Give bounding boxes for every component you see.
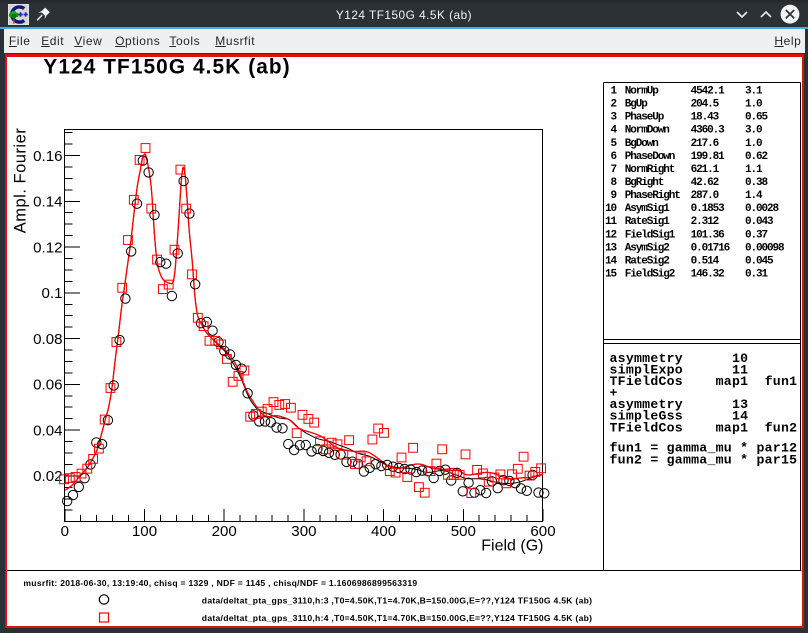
svg-text:Field (G): Field (G) — [481, 538, 543, 555]
svg-text:Y124 TF150G 4.5K (ab): Y124 TF150G 4.5K (ab) — [43, 55, 290, 78]
svg-text:4542.1: 4542.1 — [691, 86, 726, 98]
svg-text:18.43: 18.43 — [691, 112, 720, 124]
svg-text:fun2 = gamma_mu * par15: fun2 = gamma_mu * par15 — [610, 453, 798, 468]
svg-text:9: 9 — [610, 190, 616, 202]
svg-text:1.0: 1.0 — [745, 138, 762, 150]
svg-text:0.02: 0.02 — [33, 468, 62, 485]
svg-text:RateSig2: RateSig2 — [625, 255, 670, 267]
svg-text:TFieldCos map1 fun1: TFieldCos map1 fun1 — [610, 374, 798, 389]
svg-text:FieldSig1: FieldSig1 — [625, 229, 676, 241]
svg-text:0.14: 0.14 — [33, 194, 62, 211]
svg-text:data/deltat_pta_gps_3110,h:4 ,: data/deltat_pta_gps_3110,h:4 ,T0=4.50K,T… — [202, 613, 592, 623]
svg-text:0.1853: 0.1853 — [691, 203, 726, 215]
svg-text:PhaseDown: PhaseDown — [625, 151, 675, 163]
svg-text:0.12: 0.12 — [33, 239, 62, 256]
svg-text:1.4: 1.4 — [745, 190, 763, 202]
svg-text:2.312: 2.312 — [691, 216, 719, 228]
svg-text:101.36: 101.36 — [691, 229, 725, 241]
svg-text:0.06: 0.06 — [33, 377, 62, 394]
svg-text:8: 8 — [610, 177, 617, 189]
svg-text:0: 0 — [61, 523, 69, 540]
svg-text:0.01716: 0.01716 — [691, 242, 730, 254]
svg-text:621.1: 621.1 — [691, 164, 720, 176]
svg-text:PhaseRight: PhaseRight — [625, 190, 681, 202]
svg-text:BgDown: BgDown — [625, 138, 659, 150]
svg-text:2: 2 — [610, 99, 616, 111]
svg-text:500: 500 — [451, 523, 476, 540]
svg-text:1: 1 — [610, 86, 617, 98]
svg-text:0.65: 0.65 — [745, 112, 769, 124]
svg-text:300: 300 — [291, 523, 316, 540]
svg-text:0.16: 0.16 — [33, 148, 62, 165]
svg-text:6: 6 — [610, 151, 616, 163]
svg-text:AsymSig2: AsymSig2 — [625, 242, 670, 254]
svg-text:0.37: 0.37 — [745, 229, 768, 241]
svg-text:NormRight: NormRight — [625, 164, 675, 176]
svg-text:0.043: 0.043 — [745, 216, 774, 228]
svg-text:0.62: 0.62 — [745, 151, 768, 163]
svg-text:4360.3: 4360.3 — [691, 125, 726, 137]
svg-text:0.0028: 0.0028 — [745, 203, 780, 215]
svg-text:146.32: 146.32 — [691, 269, 725, 281]
svg-text:0.31: 0.31 — [745, 269, 769, 281]
svg-text:1.0: 1.0 — [745, 99, 762, 111]
svg-text:100: 100 — [132, 523, 157, 540]
svg-text:15: 15 — [605, 269, 618, 281]
svg-text:204.5: 204.5 — [691, 99, 720, 111]
svg-text:200: 200 — [212, 523, 237, 540]
svg-text:3.1: 3.1 — [745, 86, 763, 98]
svg-text:400: 400 — [371, 523, 396, 540]
svg-text:199.81: 199.81 — [691, 151, 726, 163]
svg-text:BgUp: BgUp — [625, 99, 649, 111]
svg-text:287.0: 287.0 — [691, 190, 719, 202]
svg-text:4: 4 — [610, 125, 617, 137]
svg-text:FieldSig2: FieldSig2 — [625, 269, 675, 281]
svg-text:0.38: 0.38 — [745, 177, 769, 189]
svg-text:13: 13 — [605, 242, 618, 254]
svg-text:14: 14 — [605, 255, 618, 267]
svg-text:RateSig1: RateSig1 — [625, 216, 671, 228]
svg-text:BgRight: BgRight — [625, 177, 664, 189]
svg-text:data/deltat_pta_gps_3110,h:3 ,: data/deltat_pta_gps_3110,h:3 ,T0=4.50K,T… — [202, 595, 592, 605]
svg-text:3: 3 — [610, 112, 617, 124]
svg-text:0.04: 0.04 — [33, 422, 62, 439]
svg-text:42.62: 42.62 — [691, 177, 719, 189]
svg-text:5: 5 — [610, 138, 617, 150]
svg-text:0.045: 0.045 — [745, 255, 774, 267]
svg-text:TFieldCos map1 fun2: TFieldCos map1 fun2 — [610, 420, 798, 435]
svg-text:0.1: 0.1 — [42, 285, 63, 302]
svg-text:217.6: 217.6 — [691, 138, 719, 150]
svg-text:7: 7 — [610, 164, 616, 176]
svg-text:10: 10 — [605, 203, 617, 215]
svg-text:11: 11 — [605, 216, 618, 228]
svg-text:Ampl. Fourier: Ampl. Fourier — [12, 128, 30, 234]
svg-text:1.1: 1.1 — [745, 164, 763, 176]
svg-text:12: 12 — [605, 229, 617, 241]
svg-text:0.08: 0.08 — [33, 331, 62, 348]
svg-text:AsymSig1: AsymSig1 — [625, 203, 671, 215]
svg-text:NormUp: NormUp — [625, 86, 660, 98]
svg-text:0.00098: 0.00098 — [745, 242, 785, 254]
svg-text:PhaseUp: PhaseUp — [625, 112, 665, 124]
svg-text:musrfit: 2018-06-30, 13:19:40,: musrfit: 2018-06-30, 13:19:40, chisq = 1… — [23, 578, 417, 588]
svg-text:NormDown: NormDown — [625, 125, 670, 137]
svg-text:3.0: 3.0 — [745, 125, 762, 137]
svg-text:0.514: 0.514 — [691, 255, 720, 267]
